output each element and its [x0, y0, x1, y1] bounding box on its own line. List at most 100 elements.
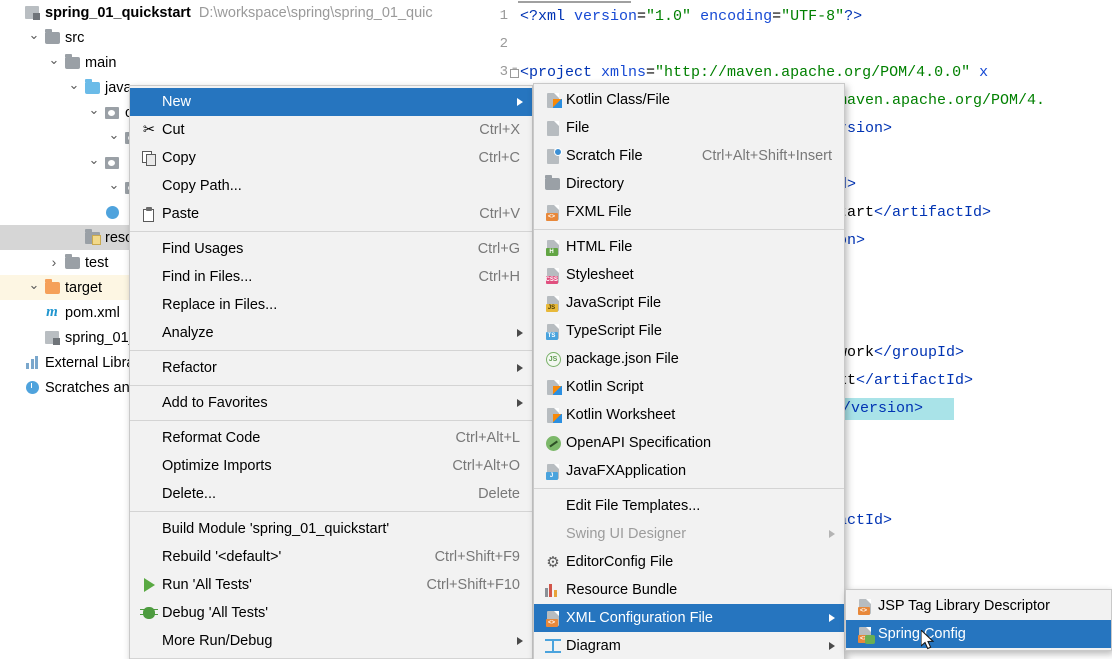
- tree-expand-toggle[interactable]: [66, 81, 82, 95]
- new-item-directory[interactable]: Directory: [534, 170, 844, 198]
- menu-item-replace-in-files[interactable]: Replace in Files...: [130, 291, 532, 319]
- cut-icon: ✂: [142, 122, 156, 138]
- menu-item-shortcut: Ctrl+Alt+Shift+Insert: [701, 148, 832, 164]
- menu-item-optimize-imports[interactable]: Optimize Imports Ctrl+Alt+O: [130, 452, 532, 480]
- menu-item-build-module-spring-01-quickstart[interactable]: Build Module 'spring_01_quickstart': [130, 515, 532, 543]
- xml-item-spring-config[interactable]: <> Spring Config: [846, 620, 1111, 648]
- directory-icon: [544, 175, 562, 193]
- menu-item-delete[interactable]: Delete... Delete: [130, 480, 532, 508]
- new-submenu[interactable]: Kotlin Class/File File Scratch File Ctrl+Al…: [533, 83, 845, 659]
- file-icon: [540, 120, 566, 137]
- tree-item-label: External Libra: [45, 354, 135, 371]
- menu-item-debug-all-tests[interactable]: Debug 'All Tests': [130, 599, 532, 627]
- tree-item-label: java: [105, 79, 132, 96]
- tree-row[interactable]: main: [0, 50, 464, 75]
- new-item-fxml-file[interactable]: <> FXML File: [534, 198, 844, 226]
- kotlin-triangle: [552, 385, 562, 395]
- menu-item-label: Spring Config: [878, 626, 966, 642]
- menu-item-add-to-favorites[interactable]: Add to Favorites: [130, 389, 532, 417]
- paste-icon: [136, 206, 162, 222]
- tree-expand-toggle[interactable]: [86, 106, 102, 120]
- fold-marker[interactable]: [510, 65, 519, 78]
- new-item-file[interactable]: File: [534, 114, 844, 142]
- menu-item-more-run-debug[interactable]: More Run/Debug: [130, 627, 532, 655]
- code-line: rsion>: [838, 120, 893, 137]
- openapi-icon: [545, 435, 561, 451]
- jsp-tld-icon: <>: [857, 598, 874, 615]
- new-item-scratch-file[interactable]: Scratch File Ctrl+Alt+Shift+Insert: [534, 142, 844, 170]
- package-icon: [102, 106, 122, 119]
- badge-glyph: <>: [857, 606, 870, 615]
- menu-item-label: Cut: [162, 122, 185, 138]
- code-line: /version>: [842, 400, 924, 417]
- scratches-glyph: [25, 381, 39, 394]
- tree-expand-toggle[interactable]: [26, 31, 42, 45]
- badge-glyph: TS: [545, 331, 558, 340]
- new-item-resource-bundle[interactable]: Resource Bundle: [534, 576, 844, 604]
- menu-item-paste[interactable]: Paste Ctrl+V: [130, 200, 532, 228]
- context-menu[interactable]: New ✂ Cut Ctrl+X Copy Ctrl+C Copy Path... Paste…: [129, 85, 533, 659]
- xml-configuration-file-submenu[interactable]: <> JSP Tag Library Descriptor <> Spring Con…: [845, 589, 1112, 651]
- tree-expand-toggle[interactable]: [106, 181, 122, 195]
- menu-item-label: New: [162, 94, 192, 110]
- menu-item-find-in-files[interactable]: Find in Files... Ctrl+H: [130, 263, 532, 291]
- tree-item-label: test: [85, 254, 109, 271]
- menu-item-run-all-tests[interactable]: Run 'All Tests' Ctrl+Shift+F10: [130, 571, 532, 599]
- badge-glyph: JS: [545, 303, 558, 312]
- html-file-icon: H: [545, 239, 562, 256]
- tree-expand-toggle[interactable]: [106, 131, 122, 145]
- tree-item-label: spring_01_quickstart: [45, 4, 191, 21]
- menu-item-label: Kotlin Script: [566, 379, 644, 395]
- new-item-package-json-file[interactable]: JS package.json File: [534, 345, 844, 373]
- jsp-tld-icon: <>: [852, 598, 878, 615]
- menu-item-reformat-code[interactable]: Reformat Code Ctrl+Alt+L: [130, 424, 532, 452]
- new-item-editorconfig-file[interactable]: ⚙ EditorConfig File: [534, 548, 844, 576]
- menu-separator: [130, 385, 532, 386]
- mouse-cursor: [921, 630, 935, 650]
- new-item-typescript-file[interactable]: TS TypeScript File: [534, 317, 844, 345]
- code-line: tart</artifactId>: [838, 204, 992, 221]
- submenu-arrow-icon: [517, 98, 523, 106]
- new-item-javascript-file[interactable]: JS JavaScript File: [534, 289, 844, 317]
- new-item-edit-file-templates[interactable]: Edit File Templates...: [534, 492, 844, 520]
- menu-item-analyze[interactable]: Analyze: [130, 319, 532, 347]
- menu-item-label: Find in Files...: [162, 269, 253, 285]
- menu-item-label: Directory: [566, 176, 625, 192]
- tree-expand-toggle[interactable]: [86, 156, 102, 170]
- code-line: xt</artifactId>: [838, 372, 974, 389]
- menu-item-copy-path[interactable]: Copy Path...: [130, 172, 532, 200]
- library-icon: [22, 356, 42, 369]
- menu-item-label: JavaFXApplication: [566, 463, 687, 479]
- maven-icon: m: [42, 304, 62, 321]
- new-item-stylesheet[interactable]: CSS Stylesheet: [534, 261, 844, 289]
- menu-item-label: Reformat Code: [162, 430, 261, 446]
- menu-item-cut[interactable]: ✂ Cut Ctrl+X: [130, 116, 532, 144]
- new-item-html-file[interactable]: H HTML File: [534, 233, 844, 261]
- tree-expand-toggle[interactable]: [46, 255, 62, 270]
- menu-item-copy[interactable]: Copy Ctrl+C: [130, 144, 532, 172]
- new-item-kotlin-class-file[interactable]: Kotlin Class/File: [534, 86, 844, 114]
- menu-item-find-usages[interactable]: Find Usages Ctrl+G: [130, 235, 532, 263]
- xml-item-jsp-tag-library-descriptor[interactable]: <> JSP Tag Library Descriptor: [846, 592, 1111, 620]
- new-item-openapi-specification[interactable]: OpenAPI Specification: [534, 429, 844, 457]
- menu-item-new[interactable]: New: [130, 88, 532, 116]
- tree-row[interactable]: src: [0, 25, 464, 50]
- tree-row[interactable]: spring_01_quickstart D:\workspace\spring\…: [0, 0, 464, 25]
- class-glyph: [105, 206, 119, 219]
- new-item-kotlin-worksheet[interactable]: Kotlin Worksheet: [534, 401, 844, 429]
- tree-expand-toggle[interactable]: [26, 281, 42, 295]
- new-item-diagram[interactable]: Diagram: [534, 632, 844, 659]
- new-item-kotlin-script[interactable]: Kotlin Script: [534, 373, 844, 401]
- kotlin-script-icon: [545, 379, 562, 396]
- new-item-xml-configuration-file[interactable]: <> XML Configuration File: [534, 604, 844, 632]
- code-line: work</groupId>: [838, 344, 965, 361]
- new-item-javafxapplication[interactable]: J JavaFXApplication: [534, 457, 844, 485]
- menu-item-refactor[interactable]: Refactor: [130, 354, 532, 382]
- debug-icon: [140, 607, 158, 619]
- menu-item-shortcut: Ctrl+Shift+F10: [426, 577, 521, 593]
- folder-glyph: [64, 253, 80, 269]
- line-number: 1: [499, 8, 508, 24]
- menu-item-rebuild-default[interactable]: Rebuild '<default>' Ctrl+Shift+F9: [130, 543, 532, 571]
- menu-separator: [130, 420, 532, 421]
- tree-expand-toggle[interactable]: [46, 56, 62, 70]
